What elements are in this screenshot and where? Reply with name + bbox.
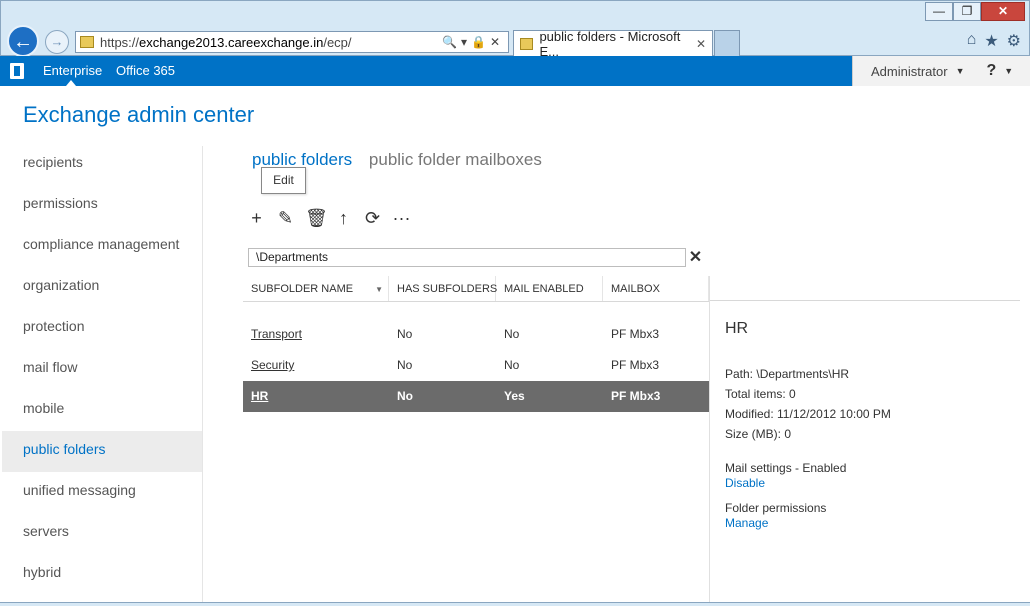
grid-header: SUBFOLDER NAME HAS SUBFOLDERS MAIL ENABL…	[243, 276, 709, 303]
delete-trash-icon[interactable]: 🗑	[305, 207, 328, 229]
nav-item-organization[interactable]: organization	[2, 267, 202, 308]
tab-public-folder-mailboxes[interactable]: public folder mailboxes	[369, 150, 542, 169]
tab-title: public folders - Microsoft E...	[539, 29, 681, 59]
column-header-mailbox[interactable]: MAILBOX	[603, 276, 709, 301]
cell-mailbox: PF Mbx3	[611, 327, 660, 341]
detail-modified: Modified: 11/12/2012 10:00 PM	[725, 407, 891, 421]
help-chevron-down-icon[interactable]: ▼	[1004, 66, 1013, 76]
browser-tab-public-folders[interactable]: public folders - Microsoft E... ✕	[513, 29, 713, 59]
cell-has-subfolders: No	[397, 358, 413, 372]
nav-item-servers[interactable]: servers	[2, 513, 202, 554]
cell-mail-enabled: Yes	[504, 389, 525, 403]
detail-total-items: Total items: 0	[725, 387, 796, 401]
back-arrow-icon[interactable]: ←	[7, 25, 39, 57]
nav-divider	[202, 146, 203, 604]
nav-item-unified-messaging[interactable]: unified messaging	[2, 472, 202, 513]
page-icon	[80, 36, 94, 48]
table-row-selected[interactable]: HR No Yes PF Mbx3	[243, 381, 709, 412]
folder-path-box[interactable]: \Departments	[248, 248, 686, 267]
cell-has-subfolders: No	[397, 389, 413, 403]
nav-item-mobile[interactable]: mobile	[2, 390, 202, 431]
top-nav-bar: Enterprise Office 365 Administrator ▼ ? …	[0, 56, 1030, 86]
nav-item-recipients[interactable]: recipients	[2, 144, 202, 185]
favorites-star-icon[interactable]: ★	[984, 31, 998, 51]
address-tools-icons[interactable]: 🔍▾🔒✕	[442, 35, 508, 49]
cell-has-subfolders: No	[397, 327, 413, 341]
nav-item-permissions[interactable]: permissions	[2, 185, 202, 226]
detail-folder-permissions: Folder permissions	[725, 501, 827, 515]
detail-size: Size (MB): 0	[725, 427, 792, 441]
nav-item-mail-flow[interactable]: mail flow	[2, 349, 202, 390]
action-toolbar: + ✎ 🗑 ↑ ⟳ ···	[247, 207, 411, 229]
detail-divider	[709, 276, 710, 604]
cell-subfolder-name[interactable]: Transport	[243, 319, 389, 350]
top-nav-enterprise[interactable]: Enterprise	[43, 63, 102, 78]
cell-mailbox: PF Mbx3	[611, 389, 661, 403]
cell-mail-enabled: No	[504, 327, 520, 341]
office-logo-icon	[10, 63, 24, 79]
column-header-subfolder-name[interactable]: SUBFOLDER NAME	[243, 276, 389, 303]
minimize-button[interactable]: —	[925, 2, 953, 21]
detail-path: Path: \Departments\HR	[725, 367, 850, 381]
edit-pencil-icon[interactable]: ✎	[276, 207, 295, 229]
detail-mail-settings: Mail settings - Enabled	[725, 461, 847, 475]
detail-title: HR	[725, 320, 749, 337]
active-caret-icon	[66, 80, 76, 86]
chevron-down-icon[interactable]: ▼	[956, 66, 965, 76]
forward-arrow-icon[interactable]: →	[45, 30, 69, 54]
window-controls: — ❐ ✕	[925, 2, 1025, 21]
nav-item-hybrid[interactable]: hybrid	[2, 554, 202, 595]
nav-item-compliance-management[interactable]: compliance management	[2, 226, 202, 267]
left-nav: recipients permissions compliance manage…	[2, 144, 202, 595]
table-row[interactable]: Transport No No PF Mbx3	[243, 319, 709, 350]
address-bar[interactable]: https://exchange2013.careexchange.in/ecp…	[75, 31, 509, 53]
add-icon[interactable]: +	[247, 207, 266, 229]
cell-subfolder-name[interactable]: Security	[243, 350, 389, 381]
help-icon[interactable]: ?	[987, 62, 997, 80]
home-icon[interactable]: ⌂	[967, 31, 977, 51]
tools-gear-icon[interactable]: ⚙	[1007, 31, 1021, 51]
address-url[interactable]: https://exchange2013.careexchange.in/ecp…	[100, 35, 442, 50]
user-area: Administrator ▼ ? ▼	[852, 56, 1030, 86]
page-title: Exchange admin center	[23, 102, 255, 127]
clear-path-icon[interactable]: ✕	[686, 248, 705, 267]
new-tab-button[interactable]	[714, 30, 740, 57]
restore-button[interactable]: ❐	[953, 2, 981, 21]
column-header-mail-enabled[interactable]: MAIL ENABLED	[496, 276, 603, 301]
disable-link[interactable]: Disable	[725, 476, 1015, 492]
manage-link[interactable]: Manage	[725, 516, 1015, 532]
refresh-icon[interactable]: ⟳	[363, 207, 382, 229]
nav-item-public-folders[interactable]: public folders	[2, 431, 202, 472]
up-arrow-icon[interactable]: ↑	[334, 207, 353, 229]
detail-header-line	[709, 300, 1020, 301]
cell-mailbox: PF Mbx3	[611, 358, 660, 372]
top-nav-office365[interactable]: Office 365	[116, 63, 175, 78]
column-header-has-subfolders[interactable]: HAS SUBFOLDERS	[389, 276, 497, 301]
window-bottom-border	[0, 602, 1030, 606]
cell-mail-enabled: No	[504, 358, 520, 372]
nav-item-protection[interactable]: protection	[2, 308, 202, 349]
user-menu[interactable]: Administrator	[871, 64, 948, 79]
close-window-button[interactable]: ✕	[981, 2, 1025, 21]
browser-toolbar-icons: ⌂ ★ ⚙	[967, 31, 1021, 51]
table-row[interactable]: Security No No PF Mbx3	[243, 350, 709, 381]
subfolder-grid: SUBFOLDER NAME HAS SUBFOLDERS MAIL ENABL…	[243, 276, 709, 412]
cell-subfolder-name[interactable]: HR	[243, 381, 389, 412]
browser-chrome: — ❐ ✕ ← → https://exchange2013.careexcha…	[0, 0, 1030, 59]
tab-close-icon[interactable]: ✕	[696, 37, 706, 51]
more-icon[interactable]: ···	[392, 207, 411, 229]
edit-tooltip: Edit	[261, 167, 306, 194]
tab-page-icon	[520, 38, 534, 50]
detail-pane: HR Path: \Departments\HR Total items: 0 …	[725, 320, 1015, 532]
